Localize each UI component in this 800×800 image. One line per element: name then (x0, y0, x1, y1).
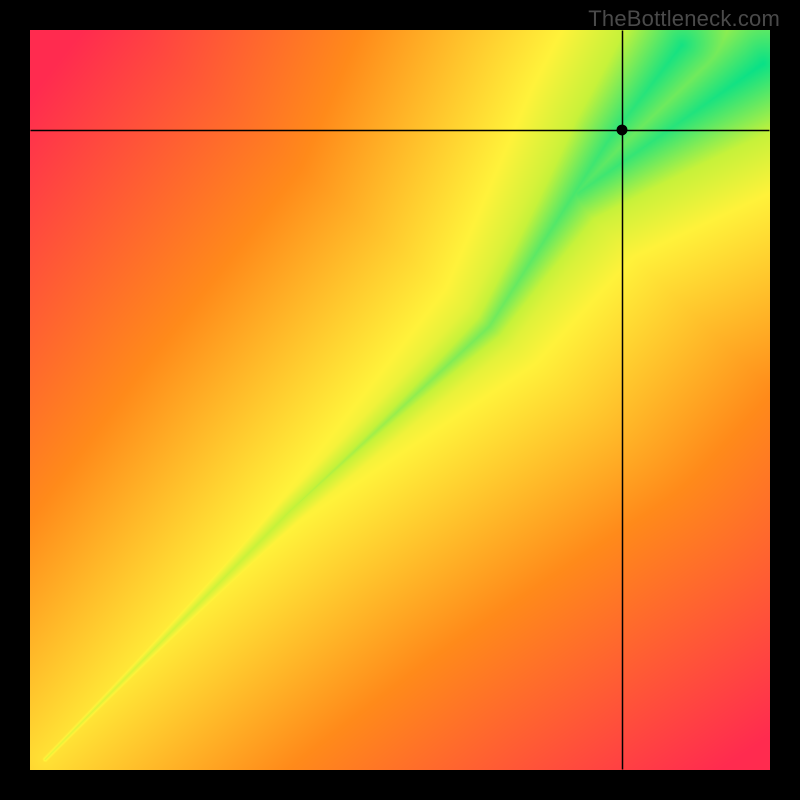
heatmap-plot (30, 30, 770, 770)
watermark-text: TheBottleneck.com (588, 6, 780, 32)
heatmap-canvas (30, 30, 770, 770)
